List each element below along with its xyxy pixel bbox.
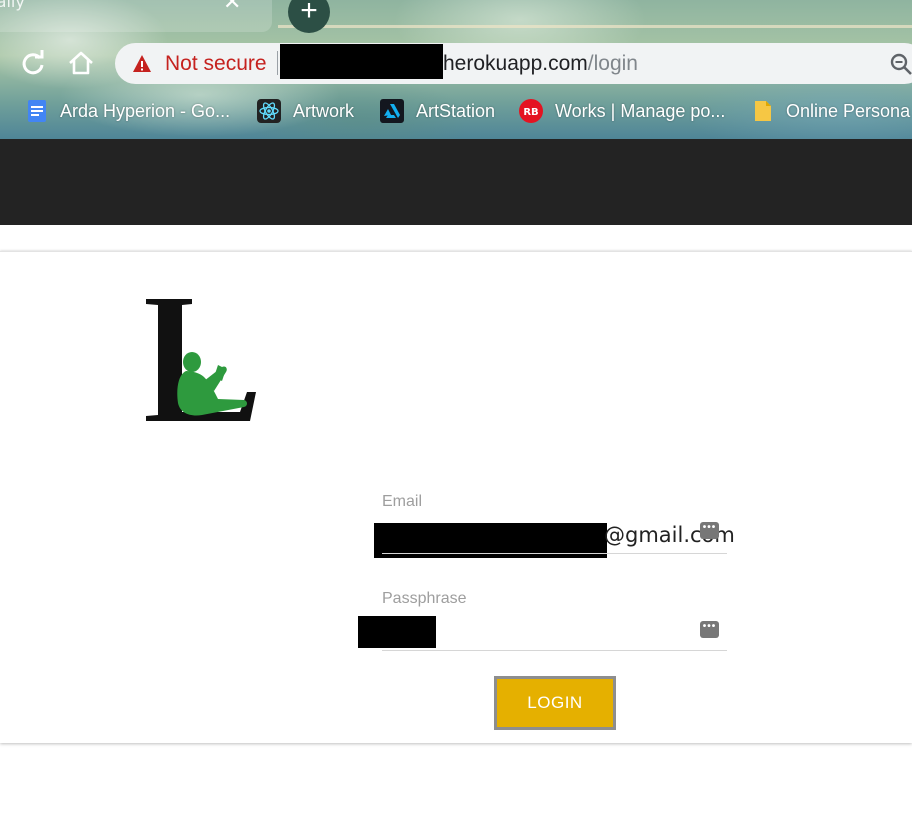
email-label: Email <box>382 493 423 510</box>
address-bar[interactable]: Not secure herokuapp.com/login <box>115 43 912 84</box>
login-card <box>0 251 912 743</box>
bookmark-label: Artwork <box>293 100 355 121</box>
password-underline <box>382 650 727 651</box>
redacted-subdomain <box>280 44 443 79</box>
url-separator <box>277 51 278 75</box>
bookmark-label: Online Persona <box>786 100 911 121</box>
artstation-icon <box>380 99 404 123</box>
bookmark-artstation[interactable]: ArtStation <box>380 97 495 125</box>
url-text[interactable]: herokuapp.com/login <box>443 52 638 76</box>
bookmark-label: Arda Hyperion - Go... <box>60 100 231 121</box>
url-host: herokuapp.com <box>443 52 588 75</box>
svg-text:RB: RB <box>523 107 538 118</box>
home-icon <box>69 51 93 75</box>
folder-icon <box>755 101 771 121</box>
zoom-icon[interactable] <box>889 52 912 76</box>
bookmark-label: Works | Manage po... <box>555 100 726 121</box>
redbubble-icon: RB <box>519 99 543 123</box>
email-underline <box>382 553 727 554</box>
bookmark-arda-hyperion[interactable]: Arda Hyperion - Go... <box>26 97 230 125</box>
browser-tab[interactable]: l Tally ✕ <box>0 0 272 32</box>
browser-chrome: l Tally ✕ + Not secure herokuapp.com/log… <box>0 0 912 139</box>
new-tab-button[interactable]: + <box>288 0 330 33</box>
close-tab-icon[interactable]: ✕ <box>223 0 241 13</box>
bookmark-online-persona[interactable]: Online Persona <box>752 97 910 125</box>
warning-icon[interactable] <box>132 54 152 73</box>
google-docs-icon <box>28 100 46 122</box>
autofill-key-icon[interactable]: ••• <box>700 522 719 539</box>
home-button[interactable] <box>66 48 96 78</box>
password-field[interactable] <box>358 616 436 648</box>
bookmark-works-manage[interactable]: RB Works | Manage po... <box>519 97 725 125</box>
react-atom-icon <box>257 99 281 123</box>
bookmark-artwork[interactable]: Artwork <box>257 97 354 125</box>
reading-figure-logo-icon <box>146 299 256 421</box>
password-label: Passphrase <box>382 590 467 607</box>
bookmark-label: ArtStation <box>416 100 496 121</box>
login-button[interactable]: LOGIN <box>494 676 616 730</box>
tab-title: l Tally <box>0 0 25 11</box>
security-status-label[interactable]: Not secure <box>165 52 267 76</box>
url-path: /login <box>587 52 638 75</box>
site-navbar <box>0 139 912 225</box>
reload-button[interactable] <box>18 48 48 78</box>
tab-strip-divider <box>278 25 912 28</box>
password-manager-icon[interactable]: ••• <box>700 621 719 638</box>
reload-icon <box>22 50 44 75</box>
